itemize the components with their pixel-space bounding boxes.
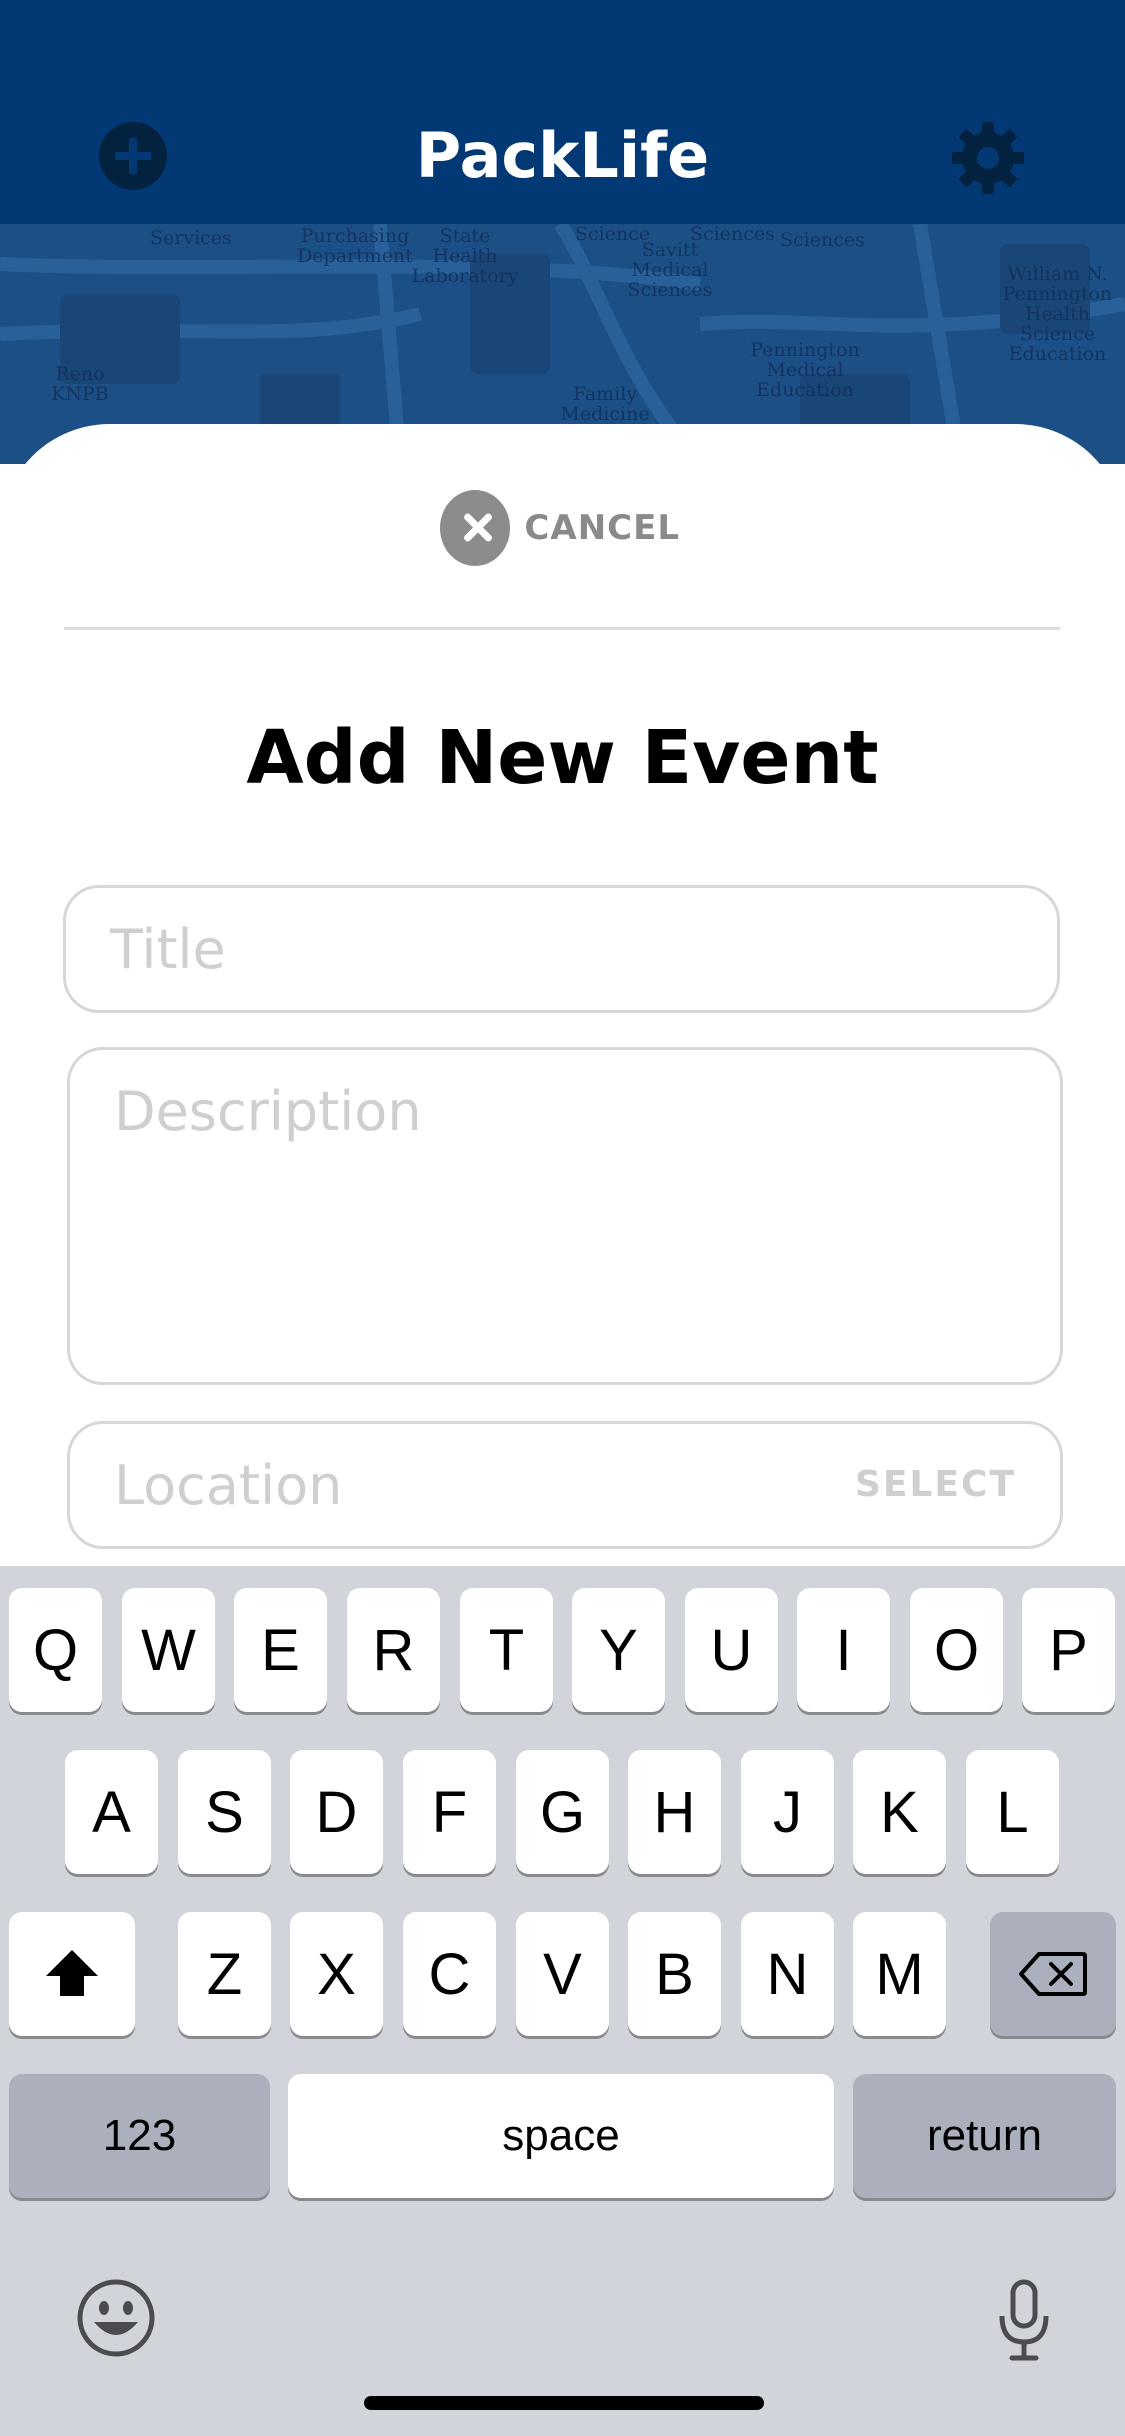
key-o[interactable]: O: [910, 1588, 1003, 1712]
key-a[interactable]: A: [65, 1750, 158, 1874]
key-v[interactable]: V: [516, 1912, 609, 2036]
app-header: PackLife: [0, 0, 1125, 224]
key-r[interactable]: R: [347, 1588, 440, 1712]
close-icon[interactable]: [440, 490, 511, 566]
microphone-icon[interactable]: [996, 2278, 1052, 2364]
key-f[interactable]: F: [403, 1750, 496, 1874]
map-label: William N. Pennington Health Science Edu…: [1002, 263, 1113, 365]
shift-key[interactable]: [9, 1912, 135, 2036]
key-j[interactable]: J: [741, 1750, 834, 1874]
numbers-key[interactable]: 123: [9, 2074, 270, 2198]
home-indicator[interactable]: [364, 2396, 764, 2410]
map-label: Family Medicine: [560, 383, 650, 425]
key-t[interactable]: T: [460, 1588, 553, 1712]
key-k[interactable]: K: [853, 1750, 946, 1874]
cancel-button[interactable]: CANCEL: [440, 490, 680, 566]
key-p[interactable]: P: [1022, 1588, 1115, 1712]
key-e[interactable]: E: [234, 1588, 327, 1712]
map-label: State Health Laboratory: [411, 225, 519, 287]
map-label: Reno KNPB: [51, 363, 109, 405]
map-label: Savitt Medical Sciences: [627, 239, 713, 301]
gear-icon[interactable]: [950, 120, 1026, 196]
map-label: Sciences: [780, 229, 865, 251]
space-key[interactable]: space: [288, 2074, 834, 2198]
key-y[interactable]: Y: [572, 1588, 665, 1712]
key-z[interactable]: Z: [178, 1912, 271, 2036]
description-input[interactable]: [67, 1047, 1063, 1385]
map-label: Pennington Medical Education: [750, 339, 860, 401]
shift-icon: [46, 1950, 98, 1996]
location-select-button[interactable]: SELECT: [855, 1464, 1016, 1505]
key-x[interactable]: X: [290, 1912, 383, 2036]
emoji-icon[interactable]: [76, 2278, 156, 2358]
key-i[interactable]: I: [797, 1588, 890, 1712]
key-u[interactable]: U: [685, 1588, 778, 1712]
key-n[interactable]: N: [741, 1912, 834, 2036]
map-label: Services: [150, 227, 232, 249]
key-l[interactable]: L: [966, 1750, 1059, 1874]
return-key[interactable]: return: [853, 2074, 1116, 2198]
key-b[interactable]: B: [628, 1912, 721, 2036]
key-s[interactable]: S: [178, 1750, 271, 1874]
page-title: Add New Event: [246, 715, 879, 801]
key-w[interactable]: W: [122, 1588, 215, 1712]
location-placeholder: Location: [114, 1454, 343, 1517]
location-field[interactable]: Location SELECT: [67, 1421, 1063, 1549]
cancel-label: CANCEL: [524, 508, 680, 548]
key-c[interactable]: C: [403, 1912, 496, 2036]
backspace-icon: [1019, 1952, 1087, 1996]
key-q[interactable]: Q: [9, 1588, 102, 1712]
map-label: Sciences: [690, 224, 775, 245]
key-g[interactable]: G: [516, 1750, 609, 1874]
key-d[interactable]: D: [290, 1750, 383, 1874]
key-m[interactable]: M: [853, 1912, 946, 2036]
backspace-key[interactable]: [990, 1912, 1116, 2036]
title-input[interactable]: [63, 885, 1060, 1013]
map-label: Purchasing Department: [297, 225, 413, 267]
key-h[interactable]: H: [628, 1750, 721, 1874]
divider: [64, 627, 1060, 630]
